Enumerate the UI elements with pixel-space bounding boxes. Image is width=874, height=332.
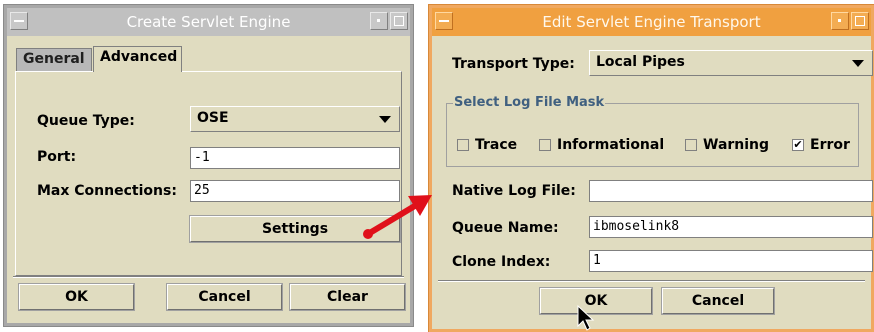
trace-checkbox[interactable]: Trace (457, 137, 517, 153)
informational-checkbox[interactable]: Informational (539, 137, 664, 153)
create-window-title: Create Servlet Engine (126, 13, 291, 31)
window-menu-icon[interactable] (10, 12, 28, 30)
transport-window-title: Edit Servlet Engine Transport (542, 13, 761, 31)
port-label: Port: (37, 149, 77, 165)
error-checkbox[interactable]: ✔ Error (792, 137, 850, 153)
trace-checkbox-box[interactable] (457, 139, 469, 151)
dropdown-arrow-icon (852, 60, 864, 67)
queue-type-value: OSE (197, 110, 229, 126)
settings-button[interactable]: Settings (189, 215, 401, 243)
log-file-mask-group: Select Log File Mask Trace Informational… (446, 95, 859, 167)
transport-type-label: Transport Type: (452, 56, 575, 72)
warning-checkbox-box[interactable] (685, 139, 697, 151)
port-input[interactable]: -1 (190, 147, 400, 169)
create-servlet-engine-titlebar[interactable]: Create Servlet Engine (7, 8, 410, 36)
clone-index-input[interactable]: 1 (589, 250, 873, 272)
dropdown-arrow-icon (379, 116, 391, 123)
trace-checkbox-label: Trace (475, 137, 518, 153)
minimize-icon[interactable] (831, 12, 849, 30)
cancel-button[interactable]: Cancel (166, 283, 283, 311)
create-servlet-engine-window: Create Servlet Engine General Advanced Q… (3, 4, 414, 327)
warning-checkbox-label: Warning (703, 137, 770, 153)
error-checkbox-box[interactable]: ✔ (792, 139, 804, 151)
queue-name-input[interactable]: ibmoselink8 (589, 216, 873, 238)
maximize-icon[interactable] (851, 12, 869, 30)
tab-general[interactable]: General (16, 48, 92, 72)
edit-transport-titlebar[interactable]: Edit Servlet Engine Transport (432, 8, 871, 36)
button-separator (438, 280, 865, 282)
native-log-file-input[interactable] (589, 180, 873, 202)
informational-checkbox-box[interactable] (539, 139, 551, 151)
minimize-icon[interactable] (370, 12, 388, 30)
button-separator (13, 276, 404, 278)
tab-general-label: General (23, 51, 85, 67)
ok-button[interactable]: OK (18, 283, 135, 311)
edit-transport-window: Edit Servlet Engine Transport Transport … (428, 4, 874, 332)
queue-name-label: Queue Name: (452, 220, 559, 236)
max-connections-input[interactable]: 25 (190, 180, 400, 202)
warning-checkbox[interactable]: Warning (685, 137, 769, 153)
transport-cancel-button[interactable]: Cancel (661, 287, 775, 315)
window-menu-icon[interactable] (435, 12, 453, 30)
transport-type-select[interactable]: Local Pipes (589, 50, 873, 76)
tab-advanced-label: Advanced (100, 49, 178, 65)
log-file-mask-title: Select Log File Mask (453, 95, 606, 110)
advanced-tab-panel (15, 71, 402, 276)
queue-type-select[interactable]: OSE (190, 106, 400, 132)
informational-checkbox-label: Informational (557, 137, 665, 153)
queue-type-label: Queue Type: (37, 113, 135, 129)
maximize-icon[interactable] (390, 12, 408, 30)
max-connections-label: Max Connections: (37, 183, 177, 199)
transport-type-value: Local Pipes (596, 54, 685, 70)
native-log-file-label: Native Log File: (452, 183, 576, 199)
error-checkbox-label: Error (810, 137, 850, 153)
clone-index-label: Clone Index: (452, 254, 551, 270)
tab-advanced[interactable]: Advanced (93, 46, 182, 72)
transport-ok-button[interactable]: OK (539, 287, 653, 315)
clear-button[interactable]: Clear (289, 283, 406, 311)
